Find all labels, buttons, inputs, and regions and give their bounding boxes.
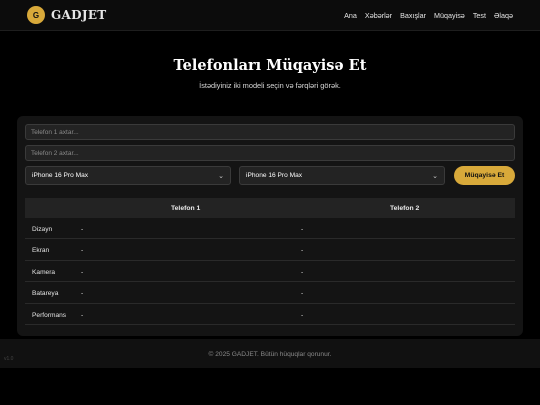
nav-link-compare[interactable]: Müqayisə <box>434 11 465 20</box>
phone-2-value: - <box>301 290 304 298</box>
table-row: Kamera - - <box>25 261 515 283</box>
nav-link-reviews[interactable]: Baxışlar <box>400 11 426 20</box>
chevron-down-icon: ⌄ <box>218 172 224 180</box>
nav-link-home[interactable]: Ana <box>344 11 357 20</box>
table-row: Performans - - <box>25 304 515 325</box>
nav-link-news[interactable]: Xəbərlər <box>365 11 392 20</box>
nav-link-test[interactable]: Test <box>473 11 486 20</box>
row-label: Performans <box>32 311 67 319</box>
compare-card: iPhone 16 Pro Max ⌄ iPhone 16 Pro Max ⌄ … <box>17 116 523 336</box>
phone-1-select-value: iPhone 16 Pro Max <box>32 172 89 179</box>
column-header-phone-1: Telefon 1 <box>171 205 201 212</box>
phone-1-value: - <box>81 311 84 319</box>
column-header-phone-2: Telefon 2 <box>390 205 420 212</box>
page-subtitle: İstədiyiniz iki modeli seçin və fərqləri… <box>199 81 341 90</box>
copyright-text: © 2025 GADJET. Bütün hüquqlar qorunur. <box>208 351 332 358</box>
row-label: Ekran <box>32 247 50 255</box>
row-label: Dizayn <box>32 226 53 233</box>
phone-1-value: - <box>81 226 84 233</box>
site-footer: v1.0 © 2025 GADJET. Bütün hüquqlar qorun… <box>0 339 540 368</box>
row-label: Kamera <box>32 268 56 276</box>
logo-icon[interactable]: G <box>27 6 45 24</box>
phone-1-value: - <box>81 268 84 276</box>
phone-2-value: - <box>301 226 304 233</box>
phone-2-search-input[interactable] <box>25 145 515 161</box>
phone-2-value: - <box>301 247 304 255</box>
page-title: Telefonları Müqayisə Et <box>173 57 367 74</box>
main-nav: Ana Xəbərlər Baxışlar Müqayisə Test Əlaq… <box>344 11 513 20</box>
chevron-down-icon: ⌄ <box>432 172 438 180</box>
site-header: G GADJET Ana Xəbərlər Baxışlar Müqayisə … <box>0 0 540 31</box>
phone-1-select[interactable]: iPhone 16 Pro Max ⌄ <box>25 166 231 185</box>
phone-1-value: - <box>81 247 84 255</box>
table-row: Dizayn - - <box>25 218 515 240</box>
row-label: Batareya <box>32 290 59 298</box>
comparison-table: Telefon 1 Telefon 2 Dizayn - - Ekran - -… <box>25 198 515 325</box>
compare-button[interactable]: Müqayisə Et <box>454 166 515 185</box>
phone-2-value: - <box>301 311 304 319</box>
brand-name[interactable]: GADJET <box>51 8 107 22</box>
phone-2-select-value: iPhone 16 Pro Max <box>246 172 303 179</box>
phone-2-select[interactable]: iPhone 16 Pro Max ⌄ <box>239 166 445 185</box>
phone-1-value: - <box>81 290 84 298</box>
table-header: Telefon 1 Telefon 2 <box>25 198 515 218</box>
table-row: Ekran - - <box>25 239 515 261</box>
table-row: Batareya - - <box>25 282 515 304</box>
phone-2-value: - <box>301 268 304 276</box>
nav-link-contact[interactable]: Əlaqə <box>494 11 513 20</box>
phone-1-search-input[interactable] <box>25 124 515 140</box>
